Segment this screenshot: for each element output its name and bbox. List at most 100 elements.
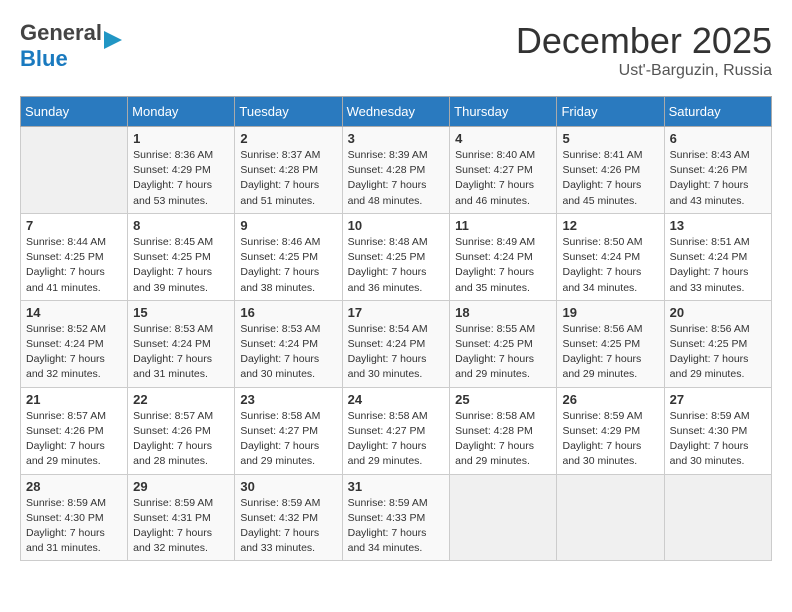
logo-triangle-icon xyxy=(102,29,124,51)
day-number: 16 xyxy=(240,305,336,320)
calendar-body: 1 Sunrise: 8:36 AMSunset: 4:29 PMDaylight… xyxy=(21,127,772,561)
day-info: Sunrise: 8:58 AMSunset: 4:28 PMDaylight:… xyxy=(455,409,551,470)
day-info: Sunrise: 8:59 AMSunset: 4:29 PMDaylight:… xyxy=(562,409,658,470)
day-info: Sunrise: 8:48 AMSunset: 4:25 PMDaylight:… xyxy=(348,235,445,296)
calendar-cell: 23Sunrise: 8:58 AMSunset: 4:27 PMDayligh… xyxy=(235,387,342,474)
calendar-cell: 14 Sunrise: 8:52 AMSunset: 4:24 PMDayligh… xyxy=(21,300,128,387)
day-info: Sunrise: 8:41 AMSunset: 4:26 PMDaylight:… xyxy=(562,148,658,209)
calendar-cell: 9 Sunrise: 8:46 AMSunset: 4:25 PMDaylight… xyxy=(235,213,342,300)
weekday-header-monday: Monday xyxy=(128,97,235,127)
calendar-cell: 3 Sunrise: 8:39 AMSunset: 4:28 PMDaylight… xyxy=(342,127,450,214)
calendar-cell: 7 Sunrise: 8:44 AMSunset: 4:25 PMDaylight… xyxy=(21,213,128,300)
calendar-cell: 12 Sunrise: 8:50 AMSunset: 4:24 PMDayligh… xyxy=(557,213,664,300)
day-number: 26 xyxy=(562,392,658,407)
calendar-cell: 6 Sunrise: 8:43 AMSunset: 4:26 PMDaylight… xyxy=(664,127,771,214)
day-info: Sunrise: 8:52 AMSunset: 4:24 PMDaylight:… xyxy=(26,322,122,383)
calendar-week-row: 14 Sunrise: 8:52 AMSunset: 4:24 PMDayligh… xyxy=(21,300,772,387)
calendar-cell: 1 Sunrise: 8:36 AMSunset: 4:29 PMDaylight… xyxy=(128,127,235,214)
day-number: 1 xyxy=(133,131,229,146)
month-title: December 2025 xyxy=(516,20,772,62)
calendar-cell: 24 Sunrise: 8:58 AMSunset: 4:27 PMDayligh… xyxy=(342,387,450,474)
day-info: Sunrise: 8:37 AMSunset: 4:28 PMDaylight:… xyxy=(240,148,336,209)
calendar-cell: 21Sunrise: 8:57 AMSunset: 4:26 PMDayligh… xyxy=(21,387,128,474)
calendar-week-row: 7 Sunrise: 8:44 AMSunset: 4:25 PMDaylight… xyxy=(21,213,772,300)
calendar-week-row: 1 Sunrise: 8:36 AMSunset: 4:29 PMDaylight… xyxy=(21,127,772,214)
day-info: Sunrise: 8:45 AMSunset: 4:25 PMDaylight:… xyxy=(133,235,229,296)
day-number: 3 xyxy=(348,131,445,146)
logo-blue: Blue xyxy=(20,46,102,72)
day-number: 28 xyxy=(26,479,122,494)
calendar-cell: 17Sunrise: 8:54 AMSunset: 4:24 PMDayligh… xyxy=(342,300,450,387)
day-info: Sunrise: 8:39 AMSunset: 4:28 PMDaylight:… xyxy=(348,148,445,209)
day-number: 11 xyxy=(455,218,551,233)
calendar-cell xyxy=(450,474,557,561)
calendar-cell: 30 Sunrise: 8:59 AMSunset: 4:32 PMDayligh… xyxy=(235,474,342,561)
day-info: Sunrise: 8:50 AMSunset: 4:24 PMDaylight:… xyxy=(562,235,658,296)
weekday-header-saturday: Saturday xyxy=(664,97,771,127)
day-info: Sunrise: 8:49 AMSunset: 4:24 PMDaylight:… xyxy=(455,235,551,296)
calendar-cell: 19 Sunrise: 8:56 AMSunset: 4:25 PMDayligh… xyxy=(557,300,664,387)
day-info: Sunrise: 8:59 AMSunset: 4:32 PMDaylight:… xyxy=(240,496,336,557)
calendar-cell: 18 Sunrise: 8:55 AMSunset: 4:25 PMDayligh… xyxy=(450,300,557,387)
calendar-cell: 4Sunrise: 8:40 AMSunset: 4:27 PMDaylight… xyxy=(450,127,557,214)
calendar-cell xyxy=(664,474,771,561)
day-info: Sunrise: 8:40 AMSunset: 4:27 PMDaylight:… xyxy=(455,148,551,209)
day-number: 5 xyxy=(562,131,658,146)
weekday-header-sunday: Sunday xyxy=(21,97,128,127)
weekday-header-friday: Friday xyxy=(557,97,664,127)
day-number: 31 xyxy=(348,479,445,494)
calendar-cell: 5 Sunrise: 8:41 AMSunset: 4:26 PMDaylight… xyxy=(557,127,664,214)
calendar-cell: 8 Sunrise: 8:45 AMSunset: 4:25 PMDaylight… xyxy=(128,213,235,300)
calendar-cell: 20 Sunrise: 8:56 AMSunset: 4:25 PMDayligh… xyxy=(664,300,771,387)
day-number: 15 xyxy=(133,305,229,320)
title-block: December 2025 Ust'-Barguzin, Russia xyxy=(516,20,772,80)
day-info: Sunrise: 8:56 AMSunset: 4:25 PMDaylight:… xyxy=(670,322,766,383)
day-number: 6 xyxy=(670,131,766,146)
day-info: Sunrise: 8:44 AMSunset: 4:25 PMDaylight:… xyxy=(26,235,122,296)
day-info: Sunrise: 8:43 AMSunset: 4:26 PMDaylight:… xyxy=(670,148,766,209)
calendar-cell xyxy=(21,127,128,214)
calendar-cell: 25 Sunrise: 8:58 AMSunset: 4:28 PMDayligh… xyxy=(450,387,557,474)
day-number: 13 xyxy=(670,218,766,233)
calendar-cell: 2Sunrise: 8:37 AMSunset: 4:28 PMDaylight… xyxy=(235,127,342,214)
logo-general: General xyxy=(20,20,102,46)
day-info: Sunrise: 8:58 AMSunset: 4:27 PMDaylight:… xyxy=(348,409,445,470)
day-number: 19 xyxy=(562,305,658,320)
logo: General Blue xyxy=(20,20,102,72)
day-number: 7 xyxy=(26,218,122,233)
day-number: 30 xyxy=(240,479,336,494)
day-number: 20 xyxy=(670,305,766,320)
day-number: 22 xyxy=(133,392,229,407)
day-number: 29 xyxy=(133,479,229,494)
weekday-header-thursday: Thursday xyxy=(450,97,557,127)
day-number: 14 xyxy=(26,305,122,320)
calendar-cell: 16 Sunrise: 8:53 AMSunset: 4:24 PMDayligh… xyxy=(235,300,342,387)
calendar-cell: 10Sunrise: 8:48 AMSunset: 4:25 PMDayligh… xyxy=(342,213,450,300)
day-info: Sunrise: 8:53 AMSunset: 4:24 PMDaylight:… xyxy=(240,322,336,383)
calendar-week-row: 28 Sunrise: 8:59 AMSunset: 4:30 PMDayligh… xyxy=(21,474,772,561)
day-info: Sunrise: 8:59 AMSunset: 4:30 PMDaylight:… xyxy=(26,496,122,557)
location: Ust'-Barguzin, Russia xyxy=(516,62,772,80)
day-info: Sunrise: 8:55 AMSunset: 4:25 PMDaylight:… xyxy=(455,322,551,383)
day-info: Sunrise: 8:36 AMSunset: 4:29 PMDaylight:… xyxy=(133,148,229,209)
calendar-cell: 29Sunrise: 8:59 AMSunset: 4:31 PMDayligh… xyxy=(128,474,235,561)
day-number: 24 xyxy=(348,392,445,407)
day-info: Sunrise: 8:53 AMSunset: 4:24 PMDaylight:… xyxy=(133,322,229,383)
calendar-table: SundayMondayTuesdayWednesdayThursdayFrid… xyxy=(20,96,772,561)
day-info: Sunrise: 8:51 AMSunset: 4:24 PMDaylight:… xyxy=(670,235,766,296)
calendar-header: SundayMondayTuesdayWednesdayThursdayFrid… xyxy=(21,97,772,127)
calendar-cell: 28 Sunrise: 8:59 AMSunset: 4:30 PMDayligh… xyxy=(21,474,128,561)
day-number: 27 xyxy=(670,392,766,407)
day-info: Sunrise: 8:56 AMSunset: 4:25 PMDaylight:… xyxy=(562,322,658,383)
day-number: 8 xyxy=(133,218,229,233)
day-info: Sunrise: 8:58 AMSunset: 4:27 PMDaylight:… xyxy=(240,409,336,470)
day-number: 18 xyxy=(455,305,551,320)
day-number: 25 xyxy=(455,392,551,407)
day-number: 12 xyxy=(562,218,658,233)
weekday-header-tuesday: Tuesday xyxy=(235,97,342,127)
day-number: 9 xyxy=(240,218,336,233)
day-info: Sunrise: 8:46 AMSunset: 4:25 PMDaylight:… xyxy=(240,235,336,296)
weekday-header-wednesday: Wednesday xyxy=(342,97,450,127)
day-info: Sunrise: 8:54 AMSunset: 4:24 PMDaylight:… xyxy=(348,322,445,383)
calendar-cell xyxy=(557,474,664,561)
